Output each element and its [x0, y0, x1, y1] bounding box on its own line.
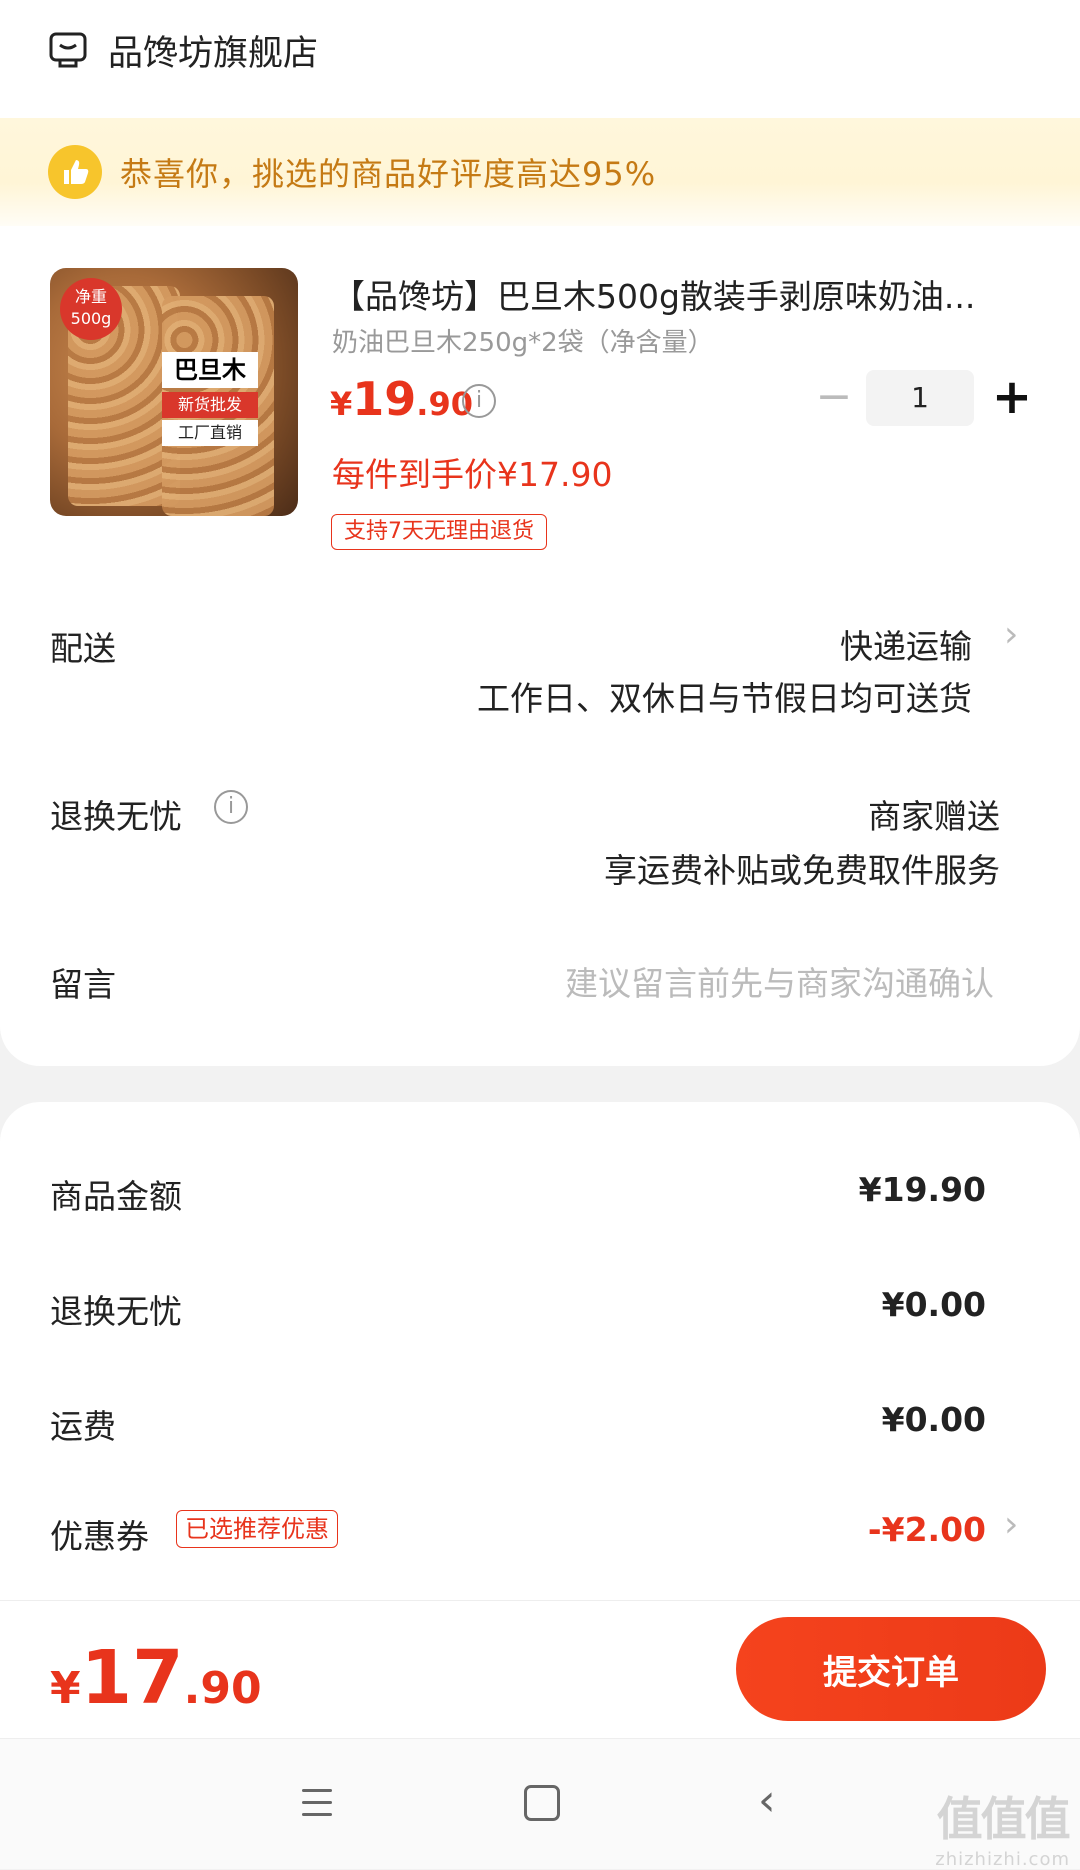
summary-label: 商品金额 — [50, 1177, 182, 1216]
summary-value: ¥19.90 — [858, 1170, 986, 1209]
menu-icon[interactable] — [302, 1789, 332, 1817]
checkout-bar: ¥ 17 .90 提交订单 — [0, 1600, 1080, 1739]
store-icon — [49, 32, 87, 68]
summary-label: 运费 — [50, 1407, 116, 1446]
quantity-decrease-button[interactable]: − — [814, 372, 854, 426]
coupon-value[interactable]: -¥2.00 — [868, 1510, 986, 1549]
worry-free-value: 商家赠送 — [868, 797, 1000, 836]
price-info-icon[interactable]: i — [462, 384, 496, 418]
coupon-label[interactable]: 优惠券 — [50, 1510, 149, 1558]
worry-free-label: 退换无忧 — [50, 797, 182, 836]
store-name: 品馋坊旗舰店 — [108, 33, 319, 74]
summary-label: 退换无忧 — [50, 1292, 182, 1331]
product-image-tag: 新货批发 — [162, 392, 258, 418]
delivery-note: 工作日、双休日与节假日均可送货 — [477, 679, 972, 718]
summary-value: ¥0.00 — [881, 1285, 986, 1324]
chevron-right-icon[interactable]: › — [1004, 1504, 1018, 1545]
product-image-tag: 工厂直销 — [162, 420, 258, 446]
quantity-increase-button[interactable]: + — [990, 370, 1034, 426]
product-image[interactable]: 净重 500g 巴旦木 新货批发 工厂直销 — [50, 268, 298, 516]
product-image-title: 巴旦木 — [162, 352, 258, 388]
rating-banner: 恭喜你，挑选的商品好评度高达95% — [0, 118, 1080, 226]
store-header[interactable]: 品馋坊旗舰店 — [48, 22, 318, 78]
product-price: ¥ 19 .90 — [330, 372, 473, 426]
quantity-value[interactable]: 1 — [866, 370, 974, 426]
product-title[interactable]: 【品馋坊】巴旦木500g散装手剥原味奶油... — [332, 270, 1022, 318]
chevron-right-icon[interactable]: › — [1004, 614, 1018, 655]
return-policy-badge: 支持7天无理由退货 — [331, 514, 547, 550]
worry-free-note: 享运费补贴或免费取件服务 — [604, 851, 1000, 890]
rating-banner-text: 恭喜你，挑选的商品好评度高达95% — [120, 155, 657, 193]
total-price: ¥ 17 .90 — [50, 1635, 262, 1721]
delivery-label: 配送 — [50, 629, 116, 668]
summary-value: ¥0.00 — [881, 1400, 986, 1439]
back-icon[interactable]: ‹ — [758, 1775, 776, 1826]
home-icon[interactable] — [524, 1785, 560, 1821]
product-spec[interactable]: 奶油巴旦木250g*2袋（净含量） — [332, 322, 714, 359]
order-details-card: 品馋坊旗舰店 恭喜你，挑选的商品好评度高达95% 净重 500g 巴旦木 新货批… — [0, 0, 1080, 1066]
watermark: 值值值 zhizhizhi.com — [935, 1792, 1070, 1870]
net-weight-badge: 净重 500g — [60, 278, 122, 340]
system-nav-bar: ‹ 值值值 zhizhizhi.com — [0, 1738, 1080, 1870]
message-label: 留言 — [50, 965, 116, 1004]
message-input[interactable] — [432, 958, 996, 1008]
coupon-badge[interactable]: 已选推荐优惠 — [176, 1510, 338, 1548]
worry-free-info-icon[interactable]: i — [214, 790, 248, 824]
delivery-method[interactable]: 快递运输 — [840, 620, 972, 668]
submit-order-button[interactable]: 提交订单 — [736, 1617, 1046, 1721]
final-unit-price: 每件到手价¥17.90 — [332, 455, 613, 494]
thumbs-up-icon — [48, 145, 102, 199]
